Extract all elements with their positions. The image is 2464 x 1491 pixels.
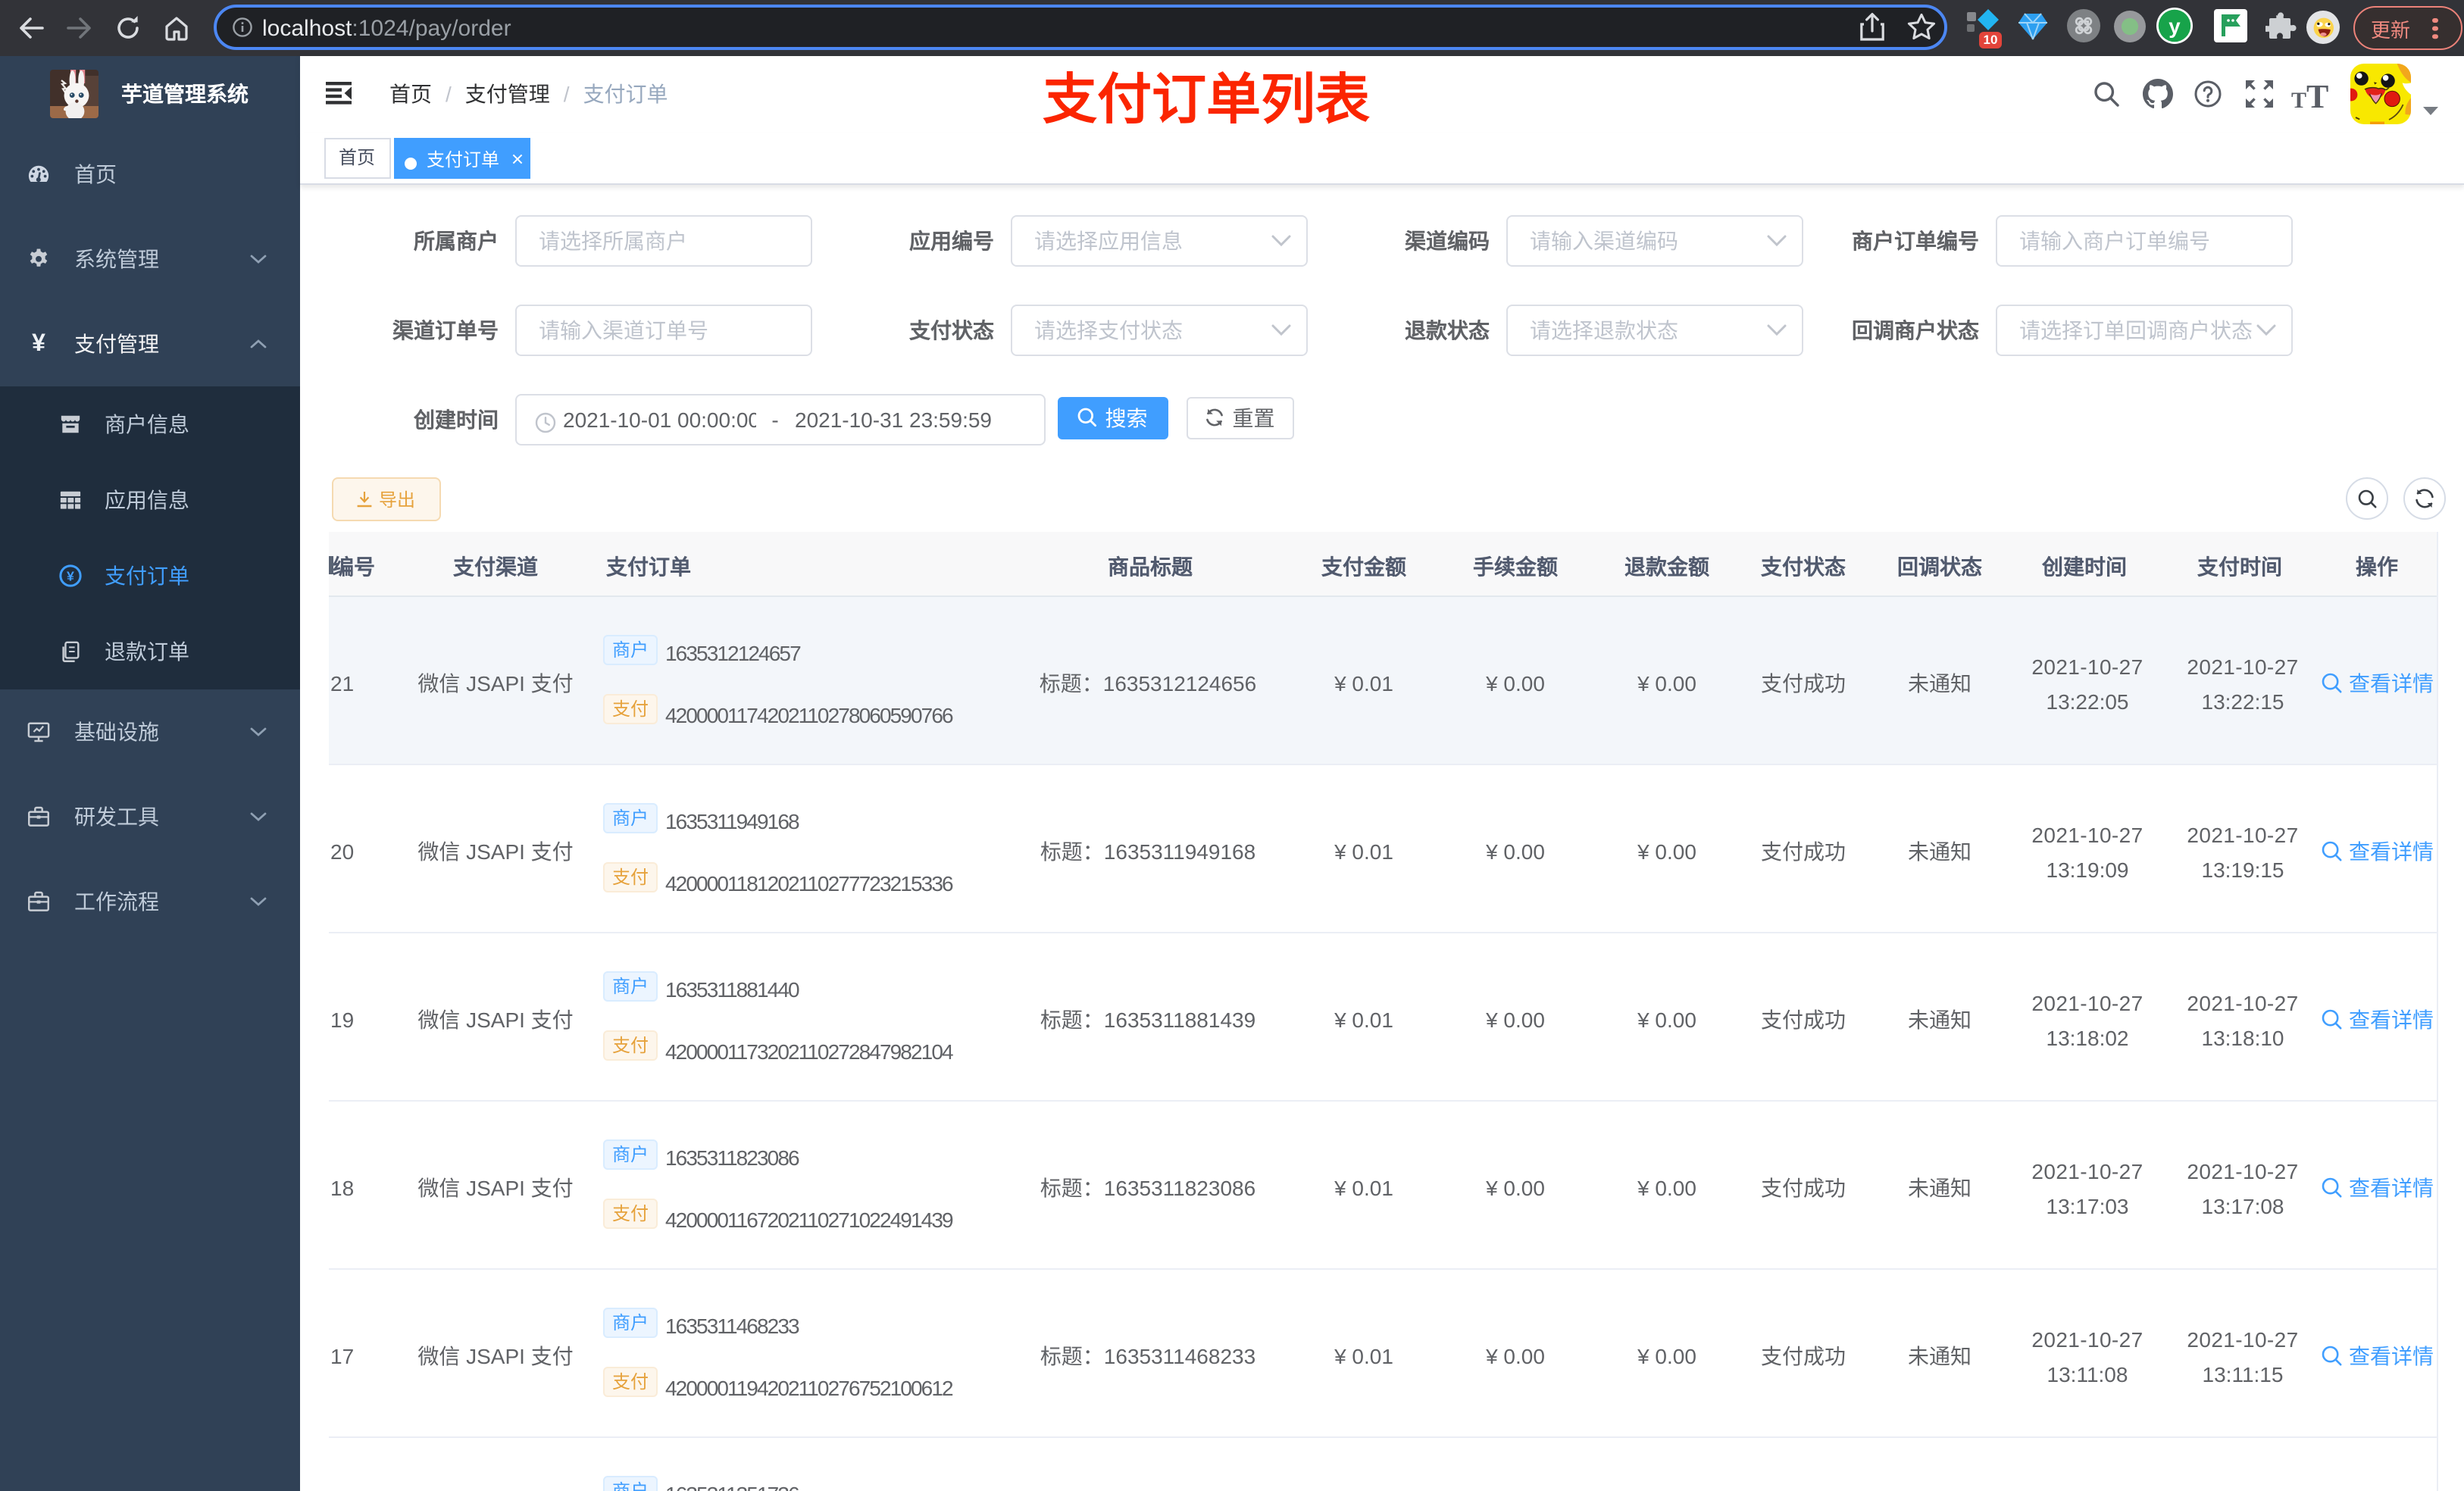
svg-text:¥: ¥ [67,568,74,583]
svg-text:y: y [2169,14,2181,38]
